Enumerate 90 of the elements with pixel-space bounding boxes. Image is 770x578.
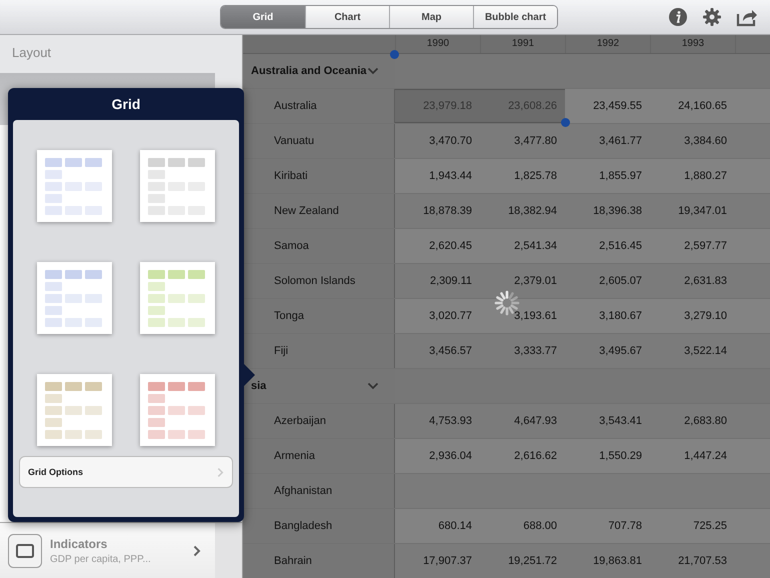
grid-style-thumbnail[interactable]: [37, 374, 112, 446]
value-text: 19,347.01: [678, 205, 727, 217]
country-name: Bahrain: [273, 555, 312, 567]
column-header: 1993: [650, 35, 735, 53]
value-text: 2,597.77: [684, 240, 727, 252]
value-text: 2,516.45: [599, 240, 642, 252]
value-text: 3,333.77: [514, 345, 557, 357]
view-tab[interactable]: Bubble chart: [473, 6, 557, 28]
country-name: Australia: [273, 100, 317, 112]
grid-style-thumbnail[interactable]: [140, 262, 215, 334]
value-text: 19,251.72: [508, 555, 557, 567]
value-text: 1,447.24: [684, 450, 727, 462]
value-text: 2,631.83: [684, 275, 727, 287]
value-text: 2,683.80: [684, 415, 727, 427]
value-text: 3,193.61: [514, 310, 557, 322]
grid-options-button[interactable]: Grid Options: [19, 456, 233, 488]
grid-style-thumbnail[interactable]: [140, 150, 215, 222]
grid-style-thumbnail[interactable]: [37, 150, 112, 222]
value-text: 3,543.41: [599, 415, 642, 427]
value-text: 3,495.67: [599, 345, 642, 357]
country-name: Kiribati: [273, 170, 308, 182]
chevron-icon[interactable]: [367, 382, 379, 390]
value-text: 21,707.53: [678, 555, 727, 567]
popover-title: Grid: [110, 95, 142, 114]
value-text: 18,382.94: [508, 205, 557, 217]
column-header: 1992: [565, 35, 650, 53]
value-text: 19,863.81: [593, 555, 642, 567]
value-text: 707.78: [608, 520, 642, 532]
value-text: 3,180.67: [599, 310, 642, 322]
value-text: 1,880.27: [684, 170, 727, 182]
country-name: Azerbaijan: [273, 415, 326, 427]
value-text: 3,477.80: [514, 135, 557, 147]
country-name: Fiji: [273, 345, 288, 357]
value-text: 2,616.62: [514, 450, 557, 462]
value-text: 3,522.14: [684, 345, 727, 357]
section-title: Layout: [11, 44, 52, 62]
share-icon[interactable]: [736, 7, 758, 27]
country-name: Bangladesh: [273, 520, 332, 532]
country-name: Tonga: [273, 310, 304, 322]
country-name: Samoa: [273, 240, 309, 252]
value-text: 18,878.39: [423, 205, 472, 217]
chevron-icon[interactable]: [367, 67, 379, 75]
value-text: 3,279.10: [684, 310, 727, 322]
country-name: New Zealand: [273, 205, 339, 217]
value-text: 2,620.45: [429, 240, 472, 252]
country-name: Vanuatu: [273, 135, 314, 147]
value-text: 3,020.77: [429, 310, 472, 322]
value-text: 2,605.07: [599, 275, 642, 287]
grid-style-thumbnail[interactable]: [140, 374, 215, 446]
info-icon[interactable]: [668, 7, 688, 27]
value-text: 4,647.93: [514, 415, 557, 427]
view-tab[interactable]: Chart: [305, 6, 389, 28]
country-name: Afghanistan: [273, 485, 332, 497]
group-label: Australia and Oceania: [251, 65, 367, 77]
value-text: 24,160.65: [678, 100, 727, 112]
value-text: 688.00: [523, 520, 557, 532]
value-text: 23,979.18: [423, 100, 472, 112]
value-text: 18,396.38: [593, 205, 642, 217]
indicators-detail: GDP per capita, PPP...: [50, 554, 152, 564]
view-tab[interactable]: Map: [389, 6, 473, 28]
value-text: 3,456.57: [429, 345, 472, 357]
value-text: 2,541.34: [514, 240, 557, 252]
chevron-icon: [193, 544, 201, 556]
chevron-icon: [217, 466, 224, 478]
rectangle-icon: [8, 534, 42, 568]
value-text: 3,461.77: [599, 135, 642, 147]
value-text: 1,943.44: [429, 170, 472, 182]
column-header: 1991: [480, 35, 565, 53]
value-text: 680.14: [438, 520, 472, 532]
value-text: 725.25: [693, 520, 727, 532]
value-text: 23,608.26: [508, 100, 557, 112]
group-label: sia: [251, 380, 266, 392]
country-name: Solomon Islands: [273, 275, 356, 287]
value-text: 23,459.55: [593, 100, 642, 112]
value-text: 2,309.11: [430, 275, 472, 287]
grid-style-thumbnail[interactable]: [37, 262, 112, 334]
indicators-label: Indicators: [50, 536, 108, 550]
country-name: Armenia: [273, 450, 315, 462]
value-text: 1,825.78: [514, 170, 557, 182]
settings-icon[interactable]: [702, 7, 722, 27]
view-tab[interactable]: Grid: [221, 6, 305, 28]
value-text: 1,855.97: [599, 170, 642, 182]
selection-handle[interactable]: [561, 118, 570, 127]
value-text: 2,936.04: [429, 450, 472, 462]
value-text: 4,753.93: [429, 415, 472, 427]
value-text: 17,907.37: [423, 555, 472, 567]
value-text: 2,379.01: [514, 275, 557, 287]
value-text: 3,384.60: [684, 135, 727, 147]
value-text: 3,470.70: [429, 135, 472, 147]
value-text: 1,550.29: [599, 450, 642, 462]
